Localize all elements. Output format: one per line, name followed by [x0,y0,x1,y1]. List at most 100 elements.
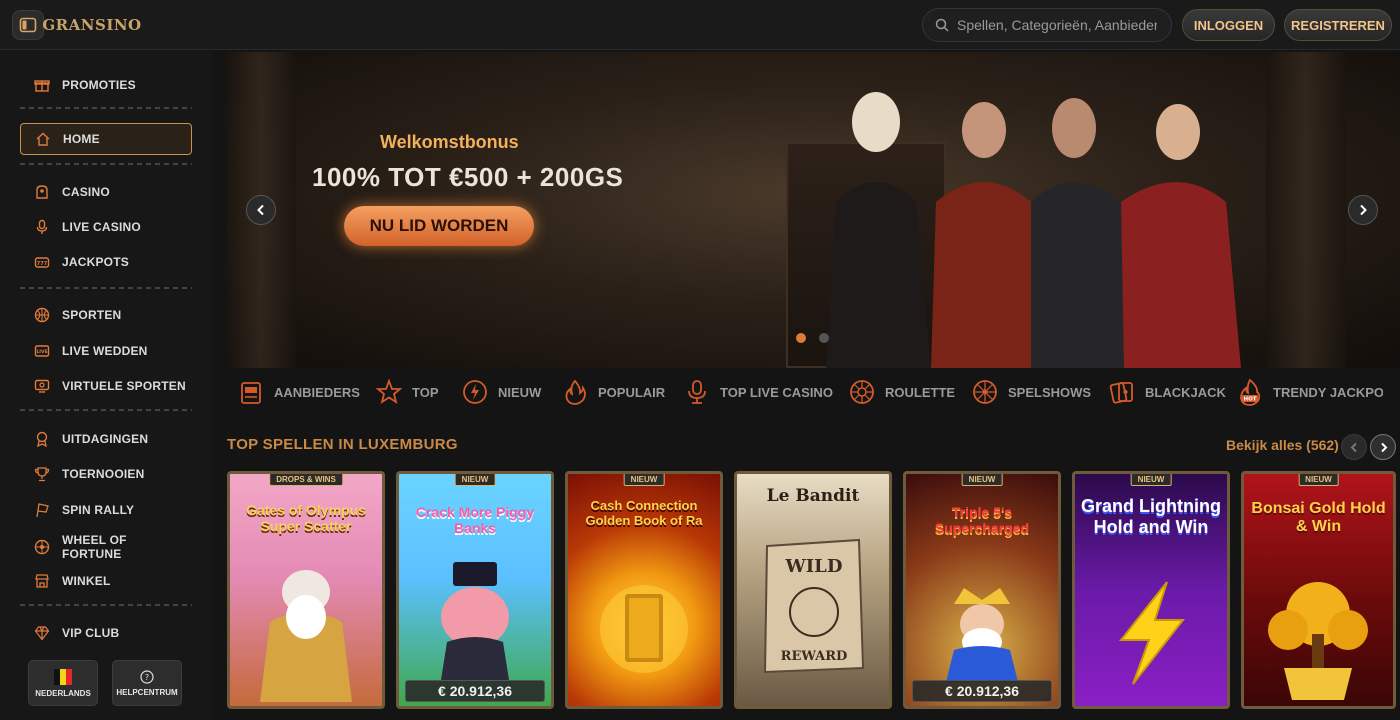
game-title: Le Bandit [766,486,860,506]
help-center-button[interactable]: ? HELPCENTRUM [112,660,182,706]
sidebar-item-sporten[interactable]: SPORTEN [20,299,192,331]
join-now-button[interactable]: NU LID WORDEN [344,206,534,246]
sidebar-item-wheel-of-fortune[interactable]: WHEEL OF FORTUNE [20,529,192,565]
question-icon: ? [140,669,154,684]
sidebar-divider [20,604,192,606]
search-input[interactable] [957,17,1157,33]
category-populair[interactable]: POPULAIR [560,374,665,410]
category-roulette[interactable]: ROULETTE [847,374,955,410]
zeus-illustration [260,570,352,702]
language-label: NEDERLANDS [35,688,91,698]
game-badge: NIEUW [961,474,1003,486]
game-card[interactable]: DROPS & WINS Gates of Olympus Super Scat… [227,471,385,709]
category-label: BLACKJACK [1145,384,1226,400]
game-title: Bonsai Gold Hold & Win [1251,500,1386,535]
sidebar-item-vip-club[interactable]: VIP CLUB [20,617,192,649]
svg-text:?: ? [145,673,149,682]
svg-text:WILD: WILD [785,556,843,577]
jackpot-icon: 777 [34,254,50,270]
sidebar-divider [20,107,192,109]
hero-slide-dot-active[interactable] [796,333,806,343]
jackpot-amount: € 20.912,36 [912,680,1052,702]
category-label: ROULETTE [885,384,956,400]
sidebar-item-label: TOERNOOIEN [62,467,145,481]
language-button[interactable]: NEDERLANDS [28,660,98,706]
wanted-poster-illustration: WILD REWARD [763,538,865,674]
roulette-icon [847,377,877,407]
sidebar-item-label: VIP CLUB [62,626,120,640]
sidebar-item-label: CASINO [62,185,110,199]
svg-text:HOT: HOT [1243,397,1256,403]
sidebar-item-promoties[interactable]: PROMOTIES [20,69,192,101]
menu-toggle-button[interactable] [12,10,44,40]
flag-icon [34,502,50,518]
register-button[interactable]: REGISTREREN [1284,9,1392,41]
diamond-icon [34,625,50,641]
category-label: TOP LIVE CASINO [720,384,833,400]
sidebar-item-label: VIRTUELE SPORTEN [62,379,186,393]
sidebar-item-jackpots[interactable]: 777 JACKPOTS [20,246,192,278]
sidebar-divider [20,287,192,289]
category-blackjack[interactable]: BLACKJACK [1107,374,1226,410]
game-card[interactable]: NIEUW Triple 5's Supercharged € 20.912,3… [903,471,1061,709]
section-title: TOP SPELLEN IN LUXEMBURG [227,436,458,453]
sidebar-item-live-wedden[interactable]: LIVE LIVE WEDDEN [20,335,192,367]
lightning-icon [460,377,490,407]
top-header: GRANSINO INLOGGEN REGISTREREN [0,0,1400,50]
casino-icon [34,184,50,200]
sidebar-item-winkel[interactable]: WINKEL [20,565,192,597]
jackpot-amount: € 20.912,36 [405,680,545,702]
game-badge: DROPS & WINS [269,474,343,486]
hero-prev-button[interactable] [246,195,276,225]
sidebar-divider [20,409,192,411]
login-button[interactable]: INLOGGEN [1182,9,1275,41]
sidebar-item-label: SPIN RALLY [62,503,135,517]
sidebar-item-uitdagingen[interactable]: UITDAGINGEN [20,423,192,455]
hero-banner[interactable]: Welkomstbonus 100% TOT €500 + 200GS NU L… [226,52,1400,368]
sidebar-item-label: LIVE WEDDEN [62,344,148,358]
category-top[interactable]: TOP [374,374,439,410]
lightning-bolt-illustration [1118,581,1186,685]
category-trendy-jackpot[interactable]: HOT TRENDY JACKPOT [1235,374,1383,410]
game-title: Cash Connection Golden Book of Ra [585,498,703,528]
chevron-left-icon [257,204,264,216]
category-label: TRENDY JACKPOT [1273,384,1383,400]
game-badge: NIEUW [623,474,665,486]
brand-logo[interactable]: GRANSINO [42,6,141,44]
sidebar-item-label: PROMOTIES [62,78,136,92]
game-card[interactable]: NIEUW Grand Lightning Hold and Win [1072,471,1230,709]
sidebar-item-live-casino[interactable]: LIVE CASINO [20,211,192,243]
category-label: SPELSHOWS [1008,384,1092,400]
sidebar-item-spin-rally[interactable]: SPIN RALLY [20,494,192,526]
hero-slide-dot[interactable] [819,333,829,343]
game-card[interactable]: NIEUW Crack More Piggy Banks € 20.912,36 [396,471,554,709]
category-spelshows[interactable]: SPELSHOWS [970,374,1091,410]
search-icon [935,18,949,32]
sidebar-item-label: LIVE CASINO [62,220,141,234]
svg-text:LIVE: LIVE [36,349,47,355]
carousel-prev-button[interactable] [1341,434,1367,460]
svg-text:777: 777 [37,261,48,267]
wheel-icon [970,377,1000,407]
basketball-icon [34,307,50,323]
carousel-next-button[interactable] [1370,434,1396,460]
hot-icon: HOT [1235,377,1265,407]
golden-book-illustration [600,585,688,673]
game-card[interactable]: NIEUW Cash Connection Golden Book of Ra [565,471,723,709]
chevron-left-icon [1350,442,1357,452]
sidebar-item-toernooien[interactable]: TOERNOOIEN [20,458,192,490]
microphone-icon [682,377,712,407]
category-nieuw[interactable]: NIEUW [460,374,541,410]
game-card[interactable]: NIEUW Bonsai Gold Hold & Win [1241,471,1396,709]
game-card[interactable]: Le Bandit WILD REWARD [734,471,892,709]
sidebar-item-casino[interactable]: CASINO [20,176,192,208]
category-top-live-casino[interactable]: TOP LIVE CASINO [682,374,833,410]
sidebar-item-home[interactable]: HOME [20,123,192,155]
sidebar-toggle-icon [19,17,37,33]
hero-next-button[interactable] [1348,195,1378,225]
star-icon [374,377,404,407]
search-bar[interactable] [922,8,1172,42]
category-aanbieders[interactable]: AANBIEDERS [236,374,360,410]
see-all-link[interactable]: Bekijk alles (562) [1226,437,1339,453]
sidebar-item-virtuele-sporten[interactable]: VIRTUELE SPORTEN [20,370,192,402]
